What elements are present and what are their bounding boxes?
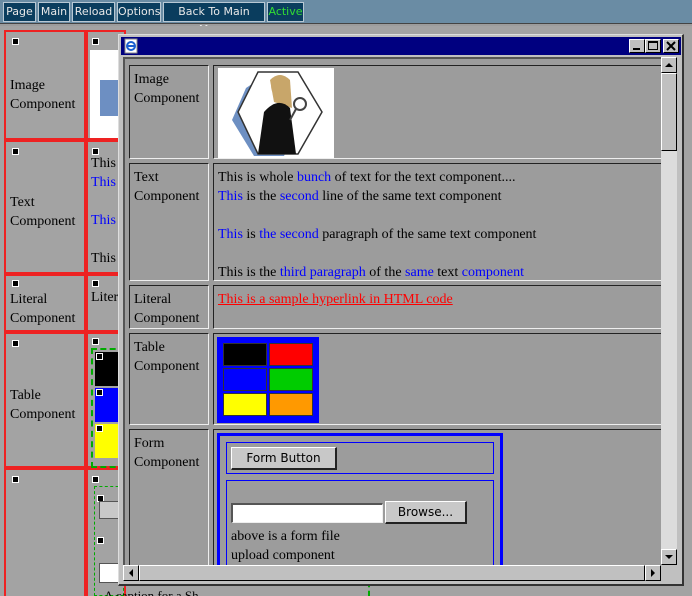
bg-text-line: This	[91, 156, 116, 171]
ie-page-icon	[124, 38, 138, 54]
minimize-button[interactable]	[629, 39, 645, 53]
top-menu-bar: Page Main Reload Options Back To Main Me…	[0, 0, 692, 36]
image-component-cell	[213, 65, 661, 159]
text-paragraph-3: This is the third paragraph of the same …	[218, 265, 525, 280]
bg-literal-label-cell: Literal Component	[4, 274, 86, 332]
form-container: Form Button Browse... above is a form fi…	[217, 433, 503, 565]
bg-image-label-cell: Image Component	[4, 30, 86, 140]
maximize-button[interactable]	[645, 39, 661, 53]
vertical-scroll-thumb[interactable]	[661, 73, 677, 151]
component-handle-icon[interactable]	[12, 38, 19, 45]
literal-component-cell: This is a sample hyperlink in HTML code	[213, 285, 661, 329]
table-component-cell	[213, 333, 661, 425]
component-handle-icon[interactable]	[92, 338, 99, 345]
scroll-right-button[interactable]	[645, 565, 661, 581]
woman-with-magnifier-photo	[218, 68, 334, 158]
scroll-up-arrow-icon	[665, 63, 673, 67]
horizontal-scrollbar[interactable]	[123, 565, 661, 581]
menu-active-button[interactable]: Active	[267, 2, 304, 22]
bg-text-line: This	[91, 251, 116, 266]
color-swatch-red	[269, 343, 313, 366]
component-handle-icon[interactable]	[92, 280, 99, 287]
literal-component-label: Literal Component	[129, 285, 209, 329]
form-component-row: Form Component Form Button Browse... abo…	[129, 429, 661, 565]
bg-text-label-cell: Text Component	[4, 140, 86, 274]
form-component-label: Form Component	[129, 429, 209, 565]
bg-literal-text: Liter	[91, 290, 119, 305]
text-paragraph-2: This is the second paragraph of the same…	[218, 227, 537, 242]
bg-form-caption: A caption for a Sh	[104, 588, 199, 596]
browse-button[interactable]: Browse...	[385, 501, 467, 524]
bg-form-label-cell	[4, 468, 86, 596]
form-file-box: Browse... above is a form file upload co…	[226, 480, 494, 565]
scroll-up-button[interactable]	[661, 57, 677, 73]
window-content: Image Component Text Component This is w…	[123, 57, 661, 565]
bg-table-label: Table Component	[10, 388, 76, 422]
image-component-label: Image Component	[129, 65, 209, 159]
text-line-1: This is whole bunch of text for the text…	[218, 170, 516, 185]
color-swatch-orange	[269, 393, 313, 416]
menu-options-button[interactable]: Options	[117, 2, 161, 22]
form-button[interactable]: Form Button	[231, 447, 337, 470]
close-icon	[666, 41, 676, 51]
scroll-down-arrow-icon	[665, 555, 673, 559]
text-component-label: Text Component	[129, 163, 209, 281]
maximize-icon	[648, 41, 658, 50]
color-table	[217, 337, 319, 423]
component-handle-icon[interactable]	[12, 340, 19, 347]
menu-page-button[interactable]: Page	[3, 2, 36, 22]
color-swatch-yellow	[223, 393, 267, 416]
bg-table-label-cell: Table Component	[4, 332, 86, 468]
component-handle-icon[interactable]	[92, 148, 99, 155]
scroll-right-arrow-icon	[651, 569, 655, 577]
color-swatch-blue	[223, 368, 267, 391]
vertical-scrollbar[interactable]	[661, 57, 677, 565]
scroll-left-arrow-icon	[129, 569, 133, 577]
text-line-2: This is the second line of the same text…	[218, 189, 502, 204]
table-component-label: Table Component	[129, 333, 209, 425]
scrollbar-corner	[661, 565, 677, 581]
bg-literal-label: Literal Component	[10, 292, 76, 326]
component-handle-icon[interactable]	[12, 476, 19, 483]
bg-image-hexagon	[100, 80, 120, 116]
menu-back-to-main-button[interactable]: Back To Main Menu	[163, 2, 265, 36]
sample-hyperlink[interactable]: This is a sample hyperlink in HTML code	[218, 292, 453, 307]
text-component-cell: This is whole bunch of text for the text…	[213, 163, 661, 281]
text-component-row: Text Component This is whole bunch of te…	[129, 163, 661, 281]
menu-reload-button[interactable]: Reload	[72, 2, 115, 22]
component-handle-icon[interactable]	[12, 148, 19, 155]
color-swatch-black	[223, 343, 267, 366]
component-handle-icon[interactable]	[12, 280, 19, 287]
menu-main-button[interactable]: Main	[38, 2, 70, 22]
form-component-cell: Form Button Browse... above is a form fi…	[213, 429, 661, 565]
window-titlebar[interactable]	[121, 37, 681, 55]
scroll-left-button[interactable]	[123, 565, 139, 581]
bg-text-label: Text Component	[10, 195, 76, 229]
component-handle-icon[interactable]	[92, 38, 99, 45]
table-component-row: Table Component	[129, 333, 661, 425]
horizontal-scroll-thumb[interactable]	[139, 565, 645, 581]
close-button[interactable]	[663, 39, 679, 53]
image-component-row: Image Component	[129, 65, 661, 159]
bg-image-label: Image Component	[10, 78, 76, 112]
file-upload-caption: above is a form file upload component	[231, 529, 340, 563]
literal-component-row: Literal Component This is a sample hyper…	[129, 285, 661, 329]
component-handle-icon[interactable]	[92, 476, 99, 483]
bg-text-line: This	[91, 175, 116, 190]
minimize-icon	[633, 48, 640, 50]
form-button-box: Form Button	[226, 442, 494, 474]
bg-text-line: This	[91, 213, 116, 228]
scroll-down-button[interactable]	[661, 549, 677, 565]
file-path-input[interactable]	[231, 503, 383, 523]
color-swatch-green	[269, 368, 313, 391]
popup-window[interactable]: Image Component Text Component This is w…	[118, 34, 684, 586]
